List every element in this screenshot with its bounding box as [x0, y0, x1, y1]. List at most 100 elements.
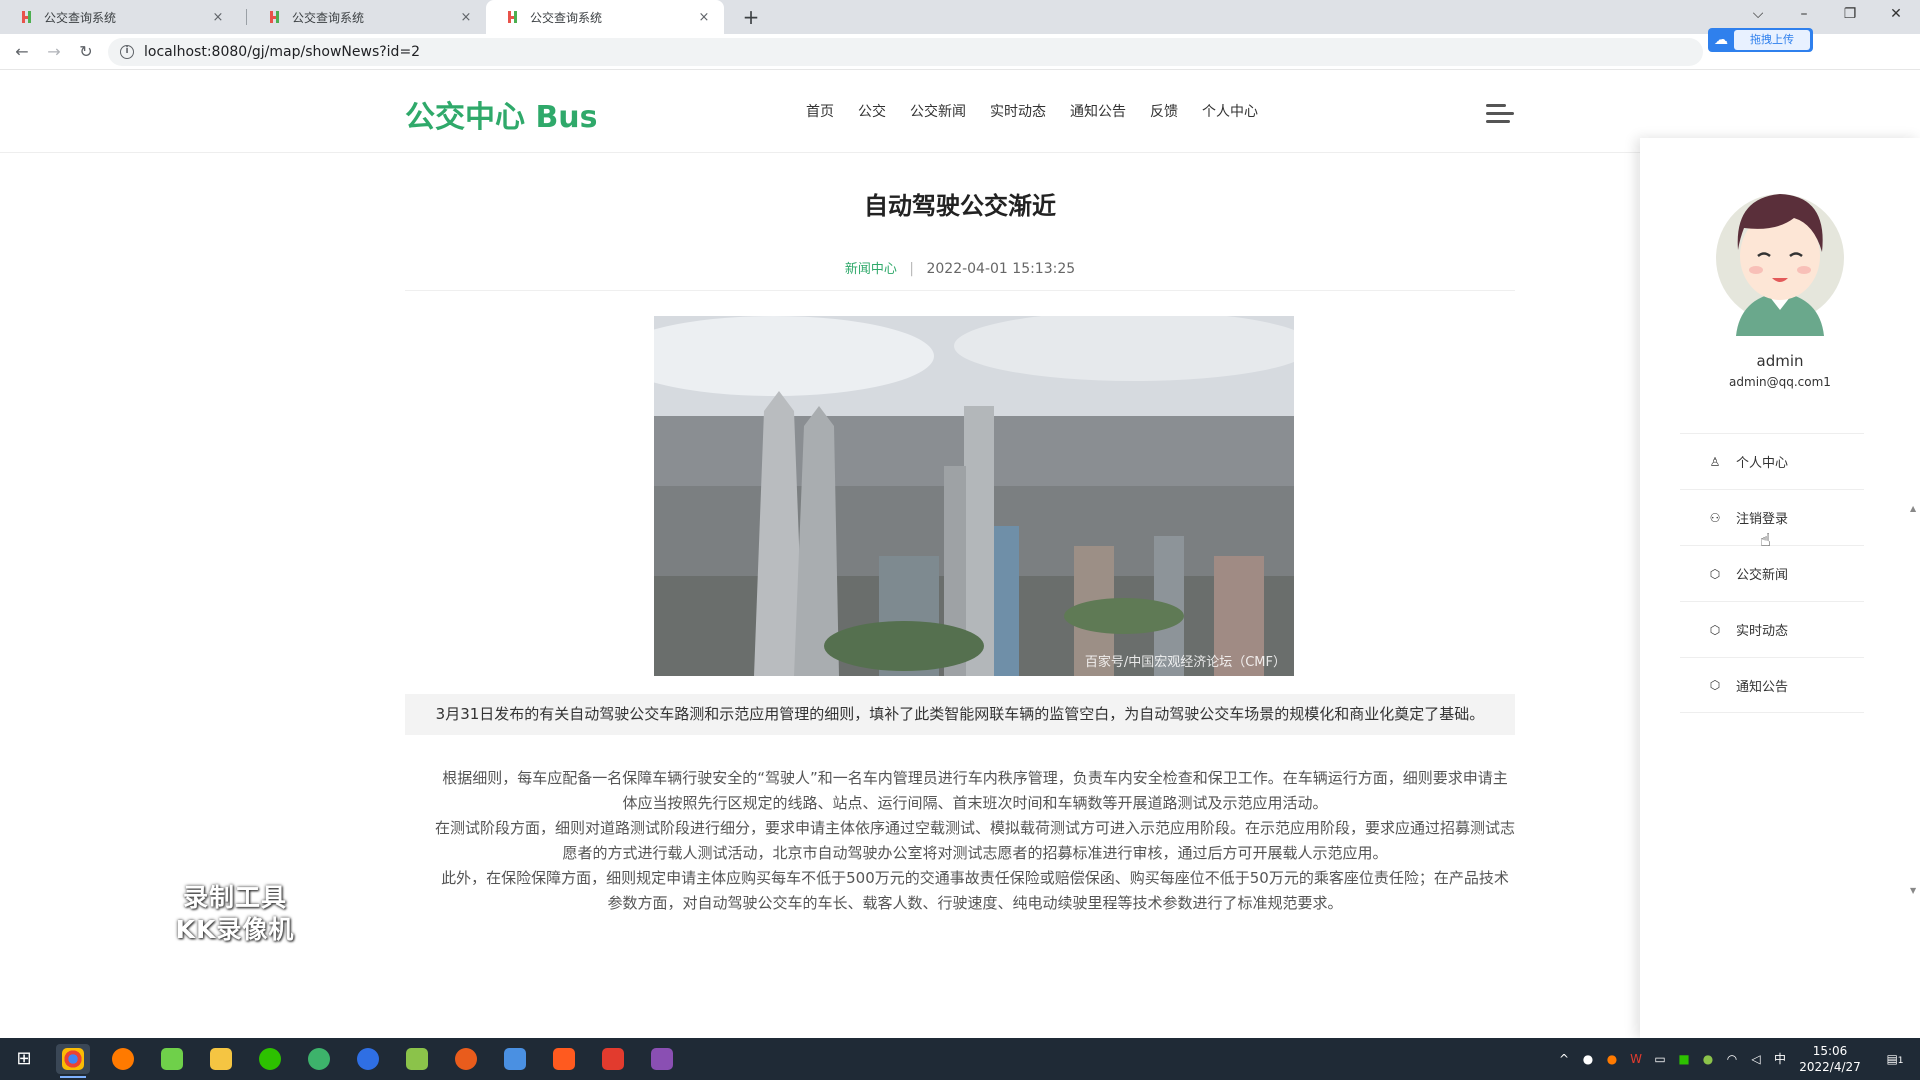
recorder-watermark: 录制工具 KK录像机	[160, 882, 310, 946]
browser-tab-active[interactable]: 公交查询系统 ×	[486, 0, 724, 34]
user-drawer: admin admin@qq.com1 ♙ 个人中心 ⚇ 注销登录 ⬡ 公交新闻…	[1640, 138, 1920, 1038]
divider	[405, 290, 1515, 291]
browser-tab[interactable]: 公交查询系统 ×	[0, 0, 238, 34]
tray-wechat-icon[interactable]: ●	[1580, 1038, 1596, 1080]
tray-search-icon[interactable]: ●	[1604, 1038, 1620, 1080]
notification-center[interactable]: ▤1	[1880, 1038, 1910, 1080]
ime-indicator[interactable]: 中	[1772, 1038, 1788, 1080]
article-paragraph: 此外，在保险保障方面，细则规定申请主体应购买每车不低于500万元的交通事故责任保…	[441, 869, 1509, 912]
volume-icon[interactable]: ◁	[1748, 1038, 1764, 1080]
cloud-upload-icon: ☁	[1714, 32, 1728, 48]
tray-device-icon[interactable]: ▭	[1652, 1038, 1668, 1080]
forward-icon[interactable]: →	[40, 38, 68, 66]
tray-app-icon[interactable]: ●	[1700, 1038, 1716, 1080]
article-image: 百家号/中国宏观经济论坛（CMF）	[654, 316, 1294, 676]
windows-taskbar: ⊞ ^ ● ● W ▭ ■ ● ◠ ◁ 中 15:06 2022/4/27 ▤1	[0, 1038, 1920, 1080]
taskbar-app-icon[interactable]	[155, 1044, 189, 1074]
browser-tab[interactable]: 公交查询系统 ×	[248, 0, 486, 34]
site-favicon-icon	[20, 10, 34, 24]
taskbar-wechat-icon[interactable]	[253, 1044, 287, 1074]
scroll-down-icon[interactable]: ▼	[1910, 886, 1916, 895]
taskbar-app-icon[interactable]	[645, 1044, 679, 1074]
scroll-up-icon[interactable]: ▲	[1910, 504, 1916, 513]
tray-wps-icon[interactable]: W	[1628, 1038, 1644, 1080]
tab-close-icon[interactable]: ×	[458, 10, 474, 25]
cube-icon: ⬡	[1709, 678, 1721, 692]
new-tab-button[interactable]: +	[738, 4, 764, 30]
close-window-icon[interactable]: ✕	[1874, 0, 1918, 30]
meta-separator: |	[909, 261, 915, 277]
taskbar-search-icon[interactable]	[106, 1044, 140, 1074]
nav-item-bus[interactable]: 公交	[858, 101, 886, 121]
taskbar-folder-icon[interactable]	[204, 1044, 238, 1074]
drawer-item-label: 注销登录	[1736, 512, 1789, 527]
article-paragraph: 在测试阶段方面，细则对道路测试阶段进行细分，要求申请主体依序通过空载测试、模拟载…	[435, 819, 1516, 862]
wifi-icon[interactable]: ◠	[1724, 1038, 1740, 1080]
article-meta: 新闻中心 | 2022-04-01 15:13:25	[405, 258, 1515, 277]
article-date: 2022-04-01 15:13:25	[926, 261, 1076, 277]
drawer-username: admin	[1756, 352, 1804, 370]
taskbar-wps-icon[interactable]	[596, 1044, 630, 1074]
tab-search-icon[interactable]: ⌵	[1736, 0, 1780, 30]
article-category[interactable]: 新闻中心	[845, 262, 897, 277]
tray-app-icon[interactable]: ■	[1676, 1038, 1692, 1080]
windows-start-icon[interactable]: ⊞	[0, 1038, 48, 1080]
user-avatar	[1714, 180, 1846, 336]
drawer-item-label: 通知公告	[1736, 679, 1789, 695]
tab-close-icon[interactable]: ×	[696, 10, 712, 25]
cartoon-avatar-icon	[1716, 194, 1844, 336]
article-summary: 3月31日发布的有关自动驾驶公交车路测和示范应用管理的细则，填补了此类智能网联车…	[405, 694, 1515, 735]
tray-expand-icon[interactable]: ^	[1556, 1038, 1572, 1080]
drawer-menu: ♙ 个人中心 ⚇ 注销登录 ⬡ 公交新闻 ⬡ 实时动态 ⬡ 通知公告	[1680, 433, 1864, 713]
upload-widget[interactable]: ☁ 拖拽上传	[1708, 28, 1813, 52]
system-clock[interactable]: 15:06 2022/4/27	[1792, 1043, 1868, 1075]
nav-item-profile[interactable]: 个人中心	[1202, 101, 1258, 121]
nav-item-feedback[interactable]: 反馈	[1150, 101, 1178, 121]
drawer-item-profile[interactable]: ♙ 个人中心	[1680, 433, 1864, 489]
tab-divider	[246, 9, 247, 25]
taskbar-notepad-icon[interactable]	[400, 1044, 434, 1074]
back-icon[interactable]: ←	[8, 38, 36, 66]
drawer-item-label: 实时动态	[1736, 624, 1789, 639]
address-toolbar: ← → ↻ i localhost:8080/gj/map/showNews?i…	[0, 34, 1920, 97]
main-nav: 首页 公交 公交新闻 实时动态 通知公告 反馈 个人中心	[806, 101, 1258, 121]
url-bar[interactable]: i localhost:8080/gj/map/showNews?id=2	[108, 38, 1703, 66]
site-logo[interactable]: 公交中心 Bus	[405, 92, 598, 136]
menu-toggle-icon[interactable]	[1486, 104, 1514, 124]
nav-item-home[interactable]: 首页	[806, 101, 834, 121]
nav-item-notices[interactable]: 通知公告	[1070, 101, 1126, 121]
image-caption: 百家号/中国宏观经济论坛（CMF）	[1084, 655, 1286, 670]
taskbar-app-icon[interactable]	[351, 1044, 385, 1074]
site-header: 公交中心 Bus 首页 公交 公交新闻 实时动态 通知公告 反馈 个人中心	[0, 70, 1920, 153]
clock-date: 2022/4/27	[1799, 1060, 1861, 1074]
watermark-line: KK录像机	[175, 915, 295, 944]
article-paragraph: 根据细则，每车应配备一名保障车辆行驶安全的“驾驶人”和一名车内管理员进行车内秩序…	[442, 769, 1508, 812]
drawer-item-notices[interactable]: ⬡ 通知公告	[1680, 657, 1864, 713]
taskbar-cloud-icon[interactable]	[498, 1044, 532, 1074]
taskbar-app-icon[interactable]	[547, 1044, 581, 1074]
site-info-icon[interactable]: i	[120, 45, 134, 59]
cube-icon: ⬡	[1709, 622, 1721, 637]
drawer-item-label: 个人中心	[1736, 456, 1789, 471]
reload-icon[interactable]: ↻	[72, 38, 100, 66]
cube-icon: ⬡	[1709, 566, 1721, 581]
restore-icon[interactable]: ❐	[1828, 0, 1872, 30]
site-favicon-icon	[506, 10, 520, 24]
drawer-item-logout[interactable]: ⚇ 注销登录	[1680, 489, 1864, 545]
drawer-item-label: 公交新闻	[1736, 568, 1789, 583]
drawer-item-realtime[interactable]: ⬡ 实时动态	[1680, 601, 1864, 657]
url-text: localhost:8080/gj/map/showNews?id=2	[144, 44, 421, 60]
browser-tab-bar: 公交查询系统 × 公交查询系统 × 公交查询系统 × + ⌵ – ❐ ✕	[0, 0, 1920, 34]
drawer-item-bus-news[interactable]: ⬡ 公交新闻	[1680, 545, 1864, 601]
tab-close-icon[interactable]: ×	[210, 10, 226, 25]
clock-time: 15:06	[1812, 1044, 1848, 1058]
city-skyline-image	[654, 316, 1294, 676]
taskbar-app-icon[interactable]	[449, 1044, 483, 1074]
taskbar-chrome-icon[interactable]	[56, 1044, 90, 1078]
minimize-icon[interactable]: –	[1782, 0, 1826, 30]
nav-item-bus-news[interactable]: 公交新闻	[910, 101, 966, 121]
notification-count: 1	[1897, 1056, 1904, 1066]
upload-label: 拖拽上传	[1734, 30, 1810, 50]
nav-item-realtime[interactable]: 实时动态	[990, 101, 1046, 121]
taskbar-browser-icon[interactable]	[302, 1044, 336, 1074]
